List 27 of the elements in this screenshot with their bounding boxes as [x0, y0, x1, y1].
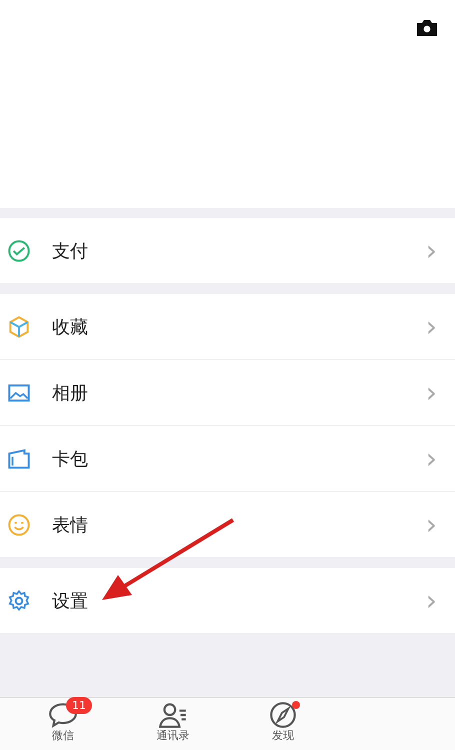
- chevron-icon: ›: [426, 236, 437, 264]
- menu-row[interactable]: 相册 ›: [0, 360, 455, 426]
- menu-label: 相册: [52, 382, 89, 404]
- compass-icon: [268, 701, 298, 729]
- chevron-icon: ›: [426, 444, 437, 472]
- menu-row[interactable]: 支付 ›: [0, 218, 455, 284]
- menu-label: 收藏: [52, 316, 89, 338]
- camera-icon[interactable]: [415, 18, 439, 38]
- menu-row[interactable]: 收藏 ›: [0, 294, 455, 360]
- tab-item[interactable]: 11 微信: [8, 698, 118, 750]
- chevron-icon: ›: [426, 378, 437, 406]
- menu-label: 卡包: [52, 448, 89, 470]
- menu-label: 支付: [52, 240, 89, 262]
- menu-label: 表情: [52, 514, 89, 536]
- settings-icon: [6, 588, 32, 614]
- tab-item[interactable]: 通讯录: [118, 698, 228, 750]
- payment-icon: [6, 238, 32, 264]
- menu-label: 设置: [52, 590, 89, 612]
- chevron-icon: ›: [426, 510, 437, 538]
- tab-item[interactable]: 发现: [228, 698, 338, 750]
- chevron-icon: ›: [426, 586, 437, 614]
- menu-row[interactable]: 卡包 ›: [0, 426, 455, 492]
- menu-row[interactable]: 表情 ›: [0, 492, 455, 558]
- contacts-icon: [158, 701, 188, 729]
- chevron-icon: ›: [426, 312, 437, 340]
- smiley-icon: [6, 512, 32, 538]
- unread-badge: 11: [66, 697, 92, 714]
